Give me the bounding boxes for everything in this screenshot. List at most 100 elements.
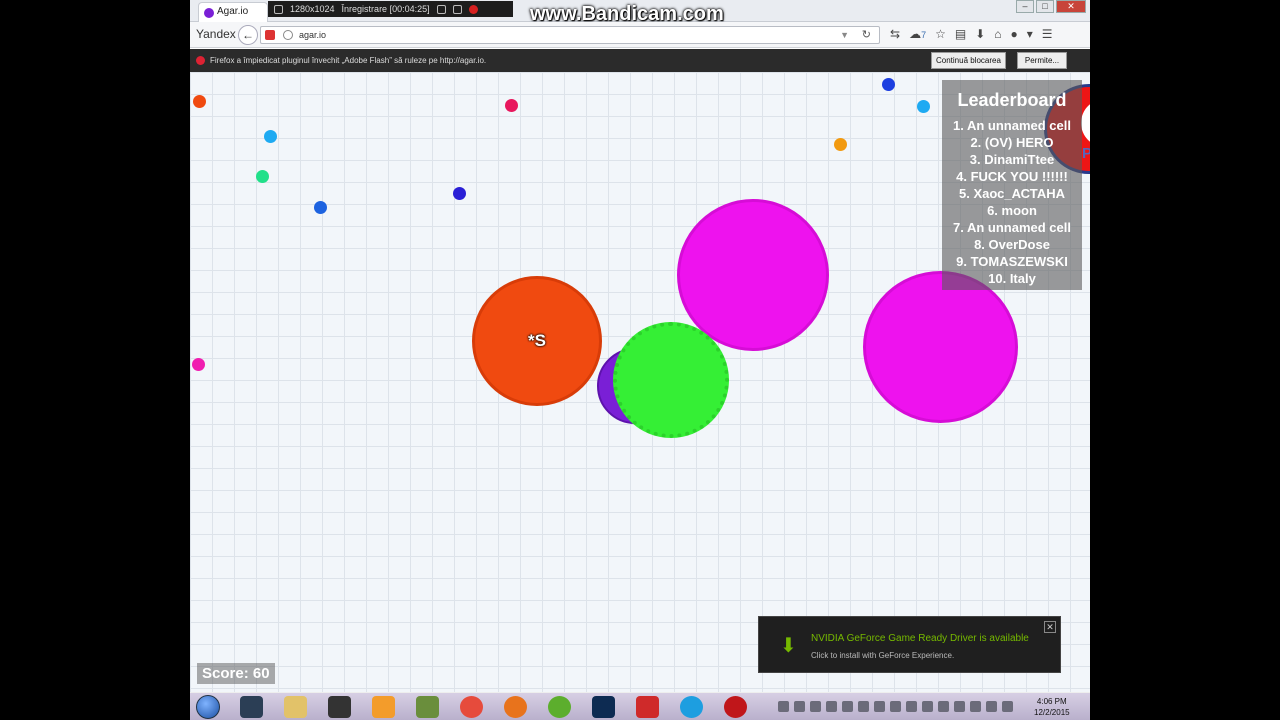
tray-icon[interactable] <box>986 701 997 712</box>
leaderboard-entry: 7. An unnamed cell <box>953 220 1071 235</box>
display-icon[interactable] <box>274 4 283 14</box>
recording-resolution: 1280x1024 <box>290 4 335 14</box>
url-text: agar.io <box>299 30 327 40</box>
home-icon[interactable]: ⌂ <box>994 27 1001 41</box>
clipboard-icon[interactable]: ▤ <box>955 27 966 41</box>
chrome-icon[interactable] <box>460 696 483 718</box>
bookmark-star-icon[interactable]: ☆ <box>935 27 946 41</box>
security-icon[interactable] <box>265 30 275 40</box>
maximize-button[interactable]: □ <box>1036 0 1054 13</box>
tray-icon[interactable] <box>874 701 885 712</box>
warning-icon <box>196 56 205 65</box>
food-pellet <box>264 130 277 143</box>
enemy-cell-name: Potan <box>1082 145 1090 162</box>
minimize-button[interactable]: – <box>1016 0 1034 13</box>
photoshop-icon[interactable] <box>592 696 615 718</box>
tray-icon[interactable] <box>970 701 981 712</box>
browser-brand: Yandex <box>196 27 236 41</box>
tray-icon[interactable] <box>938 701 949 712</box>
window-controls: – □ ✕ <box>1016 0 1086 13</box>
tray-icon[interactable] <box>858 701 869 712</box>
game-canvas[interactable]: Potan *S Leaderboard 1. An unnamed cell … <box>190 72 1090 692</box>
tray-icon[interactable] <box>794 701 805 712</box>
nvidia-title: NVIDIA GeForce Game Ready Driver is avai… <box>811 633 1029 644</box>
tray-icon[interactable] <box>810 701 821 712</box>
menu-icon[interactable]: ☰ <box>1042 27 1053 41</box>
leaderboard-entry: 5. Хаос_АСТАНА <box>959 186 1065 201</box>
tray-icon[interactable] <box>842 701 853 712</box>
utorrent-icon[interactable] <box>548 696 571 718</box>
close-icon[interactable]: ✕ <box>1044 621 1056 633</box>
leaderboard-entry: 8. OverDose <box>974 237 1050 252</box>
agario-favicon-icon <box>204 8 214 18</box>
leaderboard-entry: 9. TOMASZEWSKI <box>956 254 1068 269</box>
chat-icon[interactable]: ● <box>1011 27 1018 41</box>
recording-status: Înregistrare [00:04:25] <box>341 4 430 14</box>
title-bar: Agar.io 1280x1024 Înregistrare [00:04:25… <box>190 0 1090 25</box>
weather-icon[interactable]: ☁7 <box>909 27 926 41</box>
dropdown-icon[interactable]: ▾ <box>1027 27 1033 41</box>
download-icon[interactable]: ⬇ <box>975 27 985 41</box>
enemy-cell-magenta <box>863 271 1018 423</box>
reload-icon[interactable]: ↻ <box>862 27 871 43</box>
taskbar: 4:06 PM 12/2/2015 <box>190 692 1090 720</box>
start-button[interactable] <box>196 695 220 719</box>
leaderboard-entry: 10. Italy <box>988 271 1036 286</box>
minecraft-icon[interactable] <box>416 696 439 718</box>
weather-badge: 7 <box>921 30 927 40</box>
pencil-icon[interactable] <box>452 4 462 14</box>
leaderboard-title: Leaderboard <box>957 90 1067 110</box>
player-name: *S <box>528 331 546 350</box>
sync-icon[interactable]: ⇆ <box>890 27 900 41</box>
firefox-icon[interactable] <box>504 696 527 718</box>
leaderboard-entry: 6. moon <box>987 203 1037 218</box>
tray-icon[interactable] <box>922 701 933 712</box>
back-button[interactable]: ← <box>238 25 258 45</box>
stop-record-icon[interactable] <box>468 4 478 14</box>
score-display: Score: 60 <box>197 663 275 684</box>
clock-time: 4:06 PM <box>1036 697 1067 706</box>
app-icon[interactable] <box>636 696 659 718</box>
bandicam-toolbar: 1280x1024 Înregistrare [00:04:25] <box>268 1 513 17</box>
system-tray <box>778 701 1013 712</box>
leaderboard-entry: 1. An unnamed cell <box>953 118 1071 133</box>
camera-icon[interactable] <box>436 4 446 14</box>
tray-icon[interactable] <box>906 701 917 712</box>
continue-blocking-button[interactable]: Continuă blocarea <box>931 52 1006 69</box>
bandicam-icon[interactable] <box>724 696 747 718</box>
nvidia-notification[interactable]: ⬇ NVIDIA GeForce Game Ready Driver is av… <box>758 616 1061 673</box>
folder-icon[interactable] <box>284 696 307 718</box>
toolbar-icons: ⇆ ☁7 ☆ ▤ ⬇ ⌂ ● ▾ ☰ <box>890 27 1053 41</box>
food-pellet <box>192 358 205 371</box>
tray-icon[interactable] <box>890 701 901 712</box>
food-pellet <box>917 100 930 113</box>
leaderboard-entry: 2. (OV) HERO <box>970 135 1054 150</box>
download-arrow-icon: ⬇ <box>780 635 797 657</box>
plugin-blocked-notification: Firefox a împiedicat pluginul învechit „… <box>190 49 1090 72</box>
food-pellet <box>882 78 895 91</box>
player-cell: *S <box>472 276 602 406</box>
skype-icon[interactable] <box>680 696 703 718</box>
tray-icon[interactable] <box>954 701 965 712</box>
screen: Agar.io 1280x1024 Înregistrare [00:04:25… <box>190 0 1090 720</box>
tray-icon[interactable] <box>778 701 789 712</box>
leaderboard-entry: 3. DinamiTtee <box>969 152 1055 167</box>
virus-cell <box>613 322 729 438</box>
food-pellet <box>453 187 466 200</box>
chevron-down-icon[interactable]: ▼ <box>840 27 849 43</box>
cell-skin-decoration <box>1081 99 1090 147</box>
steam-icon[interactable] <box>240 696 263 718</box>
clock[interactable]: 4:06 PM 12/2/2015 <box>1034 696 1070 718</box>
address-bar[interactable]: agar.io ▼ ↻ <box>260 26 880 44</box>
browser-tab[interactable]: Agar.io <box>198 2 268 22</box>
notification-text: Firefox a împiedicat pluginul învechit „… <box>210 56 487 65</box>
tray-icon[interactable] <box>1002 701 1013 712</box>
media-icon[interactable] <box>372 696 395 718</box>
nvidia-subtitle: Click to install with GeForce Experience… <box>811 651 955 660</box>
tray-icon[interactable] <box>826 701 837 712</box>
close-button[interactable]: ✕ <box>1056 0 1086 13</box>
obs-icon[interactable] <box>328 696 351 718</box>
enemy-cell-magenta <box>677 199 829 351</box>
allow-button[interactable]: Permite... <box>1017 52 1067 69</box>
tab-title: Agar.io <box>217 6 249 17</box>
